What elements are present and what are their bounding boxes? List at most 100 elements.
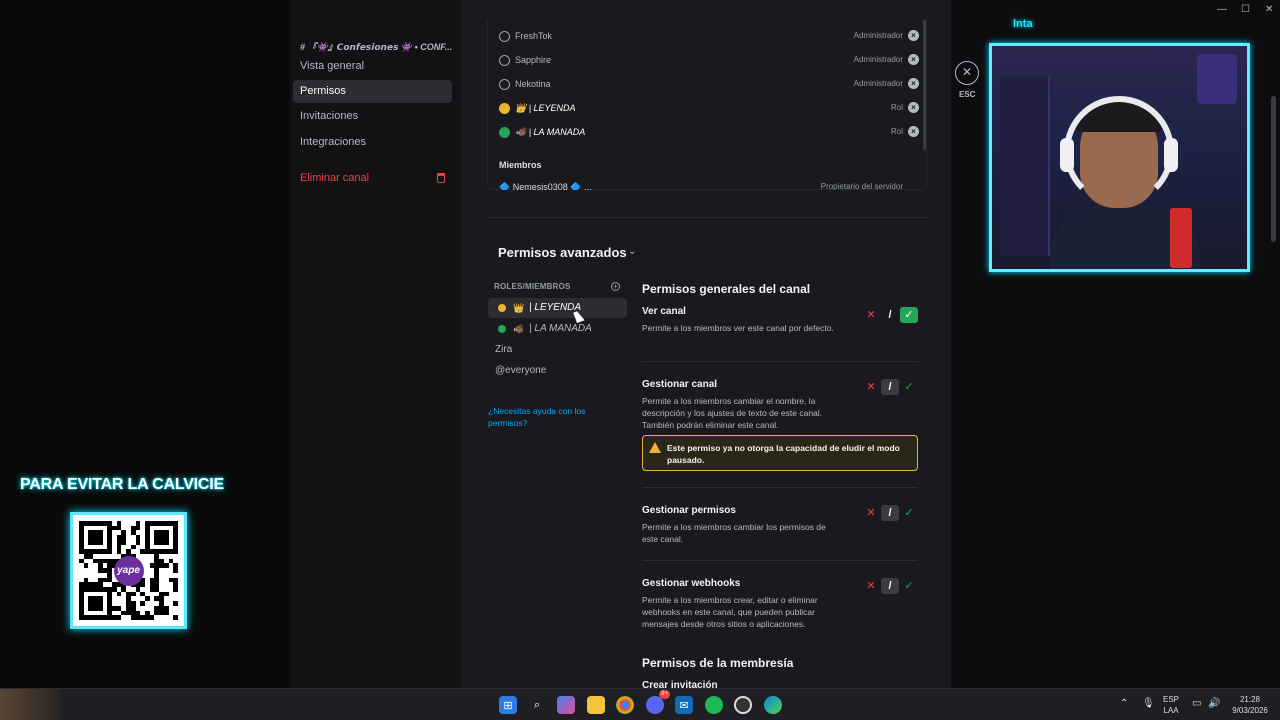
permission-title: Crear invitación [642, 680, 718, 688]
role-label: | LA MANADA [529, 323, 592, 334]
headset-icon [1064, 96, 1174, 206]
right-panel: — ☐ ✕ ✕ ESC lnta [951, 0, 1280, 688]
permission-manage-permissions: Gestionar permisos Permite a los miembro… [642, 505, 918, 545]
remove-icon[interactable]: × [908, 54, 919, 65]
trash-icon [437, 173, 445, 183]
volume-icon[interactable]: 🔊 [1208, 698, 1220, 709]
sidebar-item-overview[interactable]: Vista general [293, 55, 452, 78]
crown-icon: 👑 [513, 303, 525, 313]
headset-ear-right [1164, 138, 1178, 172]
allow-button[interactable]: ✓ [900, 505, 918, 521]
clock-date: 9/03/2026 [1232, 706, 1268, 715]
deny-button[interactable]: ✕ [862, 505, 880, 521]
window-close-icon[interactable]: ✕ [1265, 4, 1273, 15]
webcam-lamp [1197, 54, 1237, 104]
deny-button[interactable]: ✕ [862, 307, 880, 323]
role-item-zira[interactable]: Zira [488, 340, 627, 360]
permission-toggle[interactable]: ✕ / ✓ [862, 505, 918, 521]
maximize-icon[interactable]: ☐ [1241, 4, 1250, 15]
page-scrollbar[interactable] [1271, 96, 1276, 242]
general-permissions-title: Permisos generales del canal [642, 282, 811, 296]
channel-name-header: # 『👾』𝘾𝙤𝙣𝙛𝙚𝙨𝙞𝙤𝙣𝙚𝙨 👾 • CONF... [300, 42, 453, 52]
language-indicator[interactable]: ESP LAA [1163, 694, 1179, 716]
permission-toggle[interactable]: ✕ / ✓ [862, 578, 918, 594]
allow-button[interactable]: ✓ [900, 578, 918, 594]
discord-icon[interactable]: 9+ [646, 690, 670, 714]
delete-channel-label: Eliminar canal [300, 172, 370, 184]
webcam-shelf [1000, 76, 1050, 256]
search-icon[interactable]: ⌕ [528, 696, 546, 714]
deny-button[interactable]: ✕ [862, 379, 880, 395]
close-settings-button[interactable]: ✕ [955, 61, 979, 85]
permission-toggle[interactable]: ✕ / ✓ [862, 307, 918, 323]
neutral-button[interactable]: / [881, 379, 899, 395]
outlook-icon[interactable]: ✉ [675, 696, 693, 714]
role-color-dot [498, 304, 506, 312]
permission-desc: Permite a los miembros cambiar los permi… [642, 522, 826, 544]
list-scrollbar[interactable] [923, 20, 926, 150]
remove-icon[interactable]: × [908, 30, 919, 41]
member-row-partial: 🔷 Nemesis0308 🔷 ... Propietario del serv… [499, 182, 919, 190]
copilot-icon[interactable] [557, 696, 575, 714]
permission-toggle[interactable]: ✕ / ✓ [862, 379, 918, 395]
esc-label: ESC [959, 90, 976, 99]
list-item: 👑 | LEYENDA Rol × [499, 100, 919, 116]
list-item-role: Administrador [853, 55, 903, 64]
sidebar-item-permissions[interactable]: Permisos [293, 80, 452, 103]
chevron-up-icon[interactable]: ⌃ [1120, 698, 1128, 709]
boar-icon: 🐗 [513, 324, 525, 334]
membership-permissions-title: Permisos de la membresía [642, 656, 794, 670]
edge-icon[interactable] [764, 696, 782, 714]
section-divider [489, 217, 927, 218]
notification-badge: 9+ [659, 690, 670, 699]
permission-view-channel: Ver canal Permite a los miembros ver est… [642, 306, 918, 334]
list-item-name: Sapphire [515, 55, 552, 65]
warning-text: Este permiso ya no otorga la capacidad d… [667, 443, 900, 465]
list-item-name: 🐗 | LA MANADA [515, 127, 586, 137]
remove-icon[interactable]: × [908, 126, 919, 137]
taskbar: ⊞ ⌕ 9+ ✉ ⌃ 🎙 ESP LAA ▭ 🔊 21:28 9/03/2026 [0, 688, 1280, 720]
permission-manage-webhooks: Gestionar webhooks Permite a los miembro… [642, 578, 918, 630]
permission-manage-channel: Gestionar canal Permite a los miembros c… [642, 379, 918, 431]
neutral-button[interactable]: / [881, 307, 899, 323]
spotify-icon[interactable] [705, 696, 723, 714]
neutral-button[interactable]: / [881, 505, 899, 521]
remove-icon[interactable]: × [908, 78, 919, 89]
display-icon[interactable]: ▭ [1192, 698, 1201, 709]
desktop-wallpaper-strip [0, 689, 60, 720]
sidebar-item-invites[interactable]: Invitaciones [293, 105, 452, 128]
folder-icon[interactable] [587, 696, 605, 714]
list-item: Sapphire Administrador × [499, 52, 919, 68]
microphone-tray-icon[interactable]: 🎙 [1142, 698, 1155, 709]
permission-create-invite: Crear invitación [642, 680, 918, 688]
chevron-down-icon[interactable]: ⌄ [628, 246, 636, 257]
allow-button[interactable]: ✓ [900, 379, 918, 395]
sidebar-item-integrations[interactable]: Integraciones [293, 131, 452, 154]
permissions-main: FreshTok Administrador × Sapphire Admini… [461, 0, 951, 688]
role-label: @everyone [495, 365, 547, 376]
warning-icon [649, 442, 661, 453]
role-item-everyone[interactable]: @everyone [488, 361, 627, 381]
help-link[interactable]: ¿Necesitas ayuda con los permisos? [488, 405, 608, 429]
windows-start-icon[interactable]: ⊞ [499, 696, 517, 714]
add-role-icon[interactable]: + [611, 282, 620, 291]
qr-code: yape [70, 512, 187, 629]
chrome-icon[interactable] [616, 696, 634, 714]
role-item-leyenda[interactable]: 👑 | LEYENDA [488, 298, 627, 318]
role-item-la-manada[interactable]: 🐗 | LA MANADA [488, 319, 627, 339]
list-item-name: Nekotina [515, 79, 551, 89]
advanced-permissions-title[interactable]: Permisos avanzados [498, 245, 627, 260]
permission-desc: Permite a los miembros crear, editar o e… [642, 595, 818, 629]
settings-sidebar: # 『👾』𝘾𝙤𝙣𝙛𝙚𝙨𝙞𝙤𝙣𝙚𝙨 👾 • CONF... Vista gener… [290, 0, 461, 688]
remove-icon[interactable]: × [908, 102, 919, 113]
obs-icon[interactable] [734, 696, 752, 714]
neutral-button[interactable]: / [881, 578, 899, 594]
allow-button[interactable]: ✓ [900, 307, 918, 323]
clock[interactable]: 21:28 9/03/2026 [1228, 694, 1272, 716]
microphone-icon [1170, 208, 1192, 268]
list-item-name: 👑 | LEYENDA [515, 103, 576, 113]
list-item: 🐗 | LA MANADA Rol × [499, 124, 919, 140]
delete-channel-button[interactable]: Eliminar canal [293, 167, 452, 190]
minimize-icon[interactable]: — [1217, 4, 1227, 15]
deny-button[interactable]: ✕ [862, 578, 880, 594]
